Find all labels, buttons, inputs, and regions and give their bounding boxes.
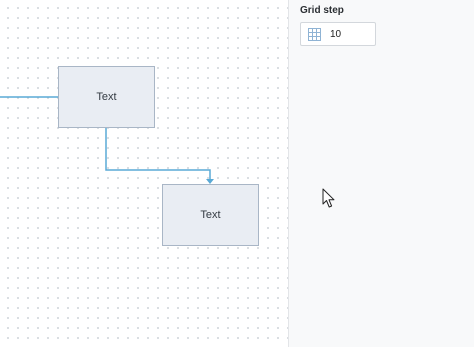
mouse-pointer-icon xyxy=(322,188,335,208)
grid-icon xyxy=(308,27,321,41)
node-label: Text xyxy=(200,209,221,221)
diagram-canvas[interactable]: Text Text xyxy=(0,0,288,347)
properties-panel: Grid step 10 xyxy=(288,0,474,347)
node-label: Text xyxy=(96,91,117,103)
connector-node1-to-node2[interactable] xyxy=(105,128,211,180)
diagram-node-2[interactable]: Text xyxy=(162,184,259,246)
grid-step-input[interactable]: 10 xyxy=(300,22,376,46)
connectors-layer xyxy=(0,96,214,184)
grid-step-title: Grid step xyxy=(300,5,344,16)
grid-step-value: 10 xyxy=(330,28,342,40)
diagram-node-1[interactable]: Text xyxy=(58,66,155,128)
